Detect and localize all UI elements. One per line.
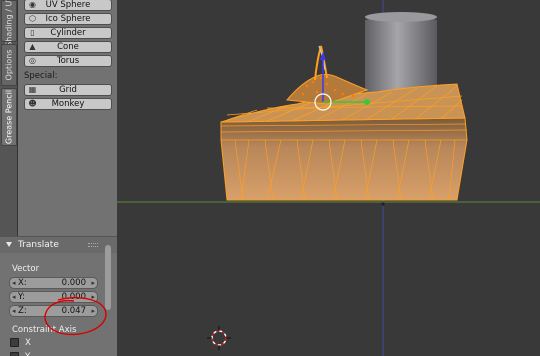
monkey-icon: ☻ — [28, 99, 37, 108]
special-section-label: Special: — [24, 71, 58, 81]
constraint-y-label: Y — [25, 352, 30, 356]
tab-options[interactable]: Options — [1, 44, 17, 86]
constraint-y-checkbox[interactable] — [10, 352, 19, 356]
constraint-axis-label: Constraint Axis — [12, 325, 77, 335]
tab-shading-uv[interactable]: Shading / UV — [1, 0, 17, 47]
tab-grease-pencil-label: Grease Pencil — [4, 89, 14, 145]
vector-y-value: 0.000 — [61, 292, 86, 302]
increment-arrow-icon[interactable]: ▸ — [91, 278, 95, 288]
grid-icon: ▦ — [28, 85, 37, 94]
add-uv-sphere-label: UV Sphere — [45, 0, 91, 10]
world-origin-dot — [381, 202, 385, 206]
operator-panel-scrollbar[interactable] — [105, 245, 111, 310]
increment-arrow-icon[interactable]: ▸ — [91, 306, 95, 316]
tab-options-label: Options — [4, 49, 14, 81]
ico-sphere-icon: ⬡ — [29, 14, 36, 23]
cone-icon: ▲ — [29, 42, 36, 51]
y-arrow-head-icon[interactable] — [364, 99, 370, 105]
vector-label: Vector — [12, 264, 40, 274]
vector-z-field[interactable]: ◂ Z: 0.047 ▸ — [9, 305, 98, 317]
vector-x-label: X: — [18, 278, 27, 288]
vector-z-value: 0.047 — [61, 306, 86, 316]
operator-panel: Translate Vector ◂ X: 0.000 ▸ ◂ Y: 0.000… — [0, 236, 117, 356]
collapse-triangle-icon[interactable] — [6, 242, 12, 247]
vector-y-field[interactable]: ◂ Y: 0.000 ▸ — [9, 291, 98, 303]
add-cone-label: Cone — [57, 42, 79, 52]
operator-title: Translate — [18, 240, 59, 250]
decrement-arrow-icon[interactable]: ◂ — [12, 278, 16, 288]
add-uv-sphere-button[interactable]: ◉ UV Sphere — [24, 0, 112, 11]
tab-grease-pencil[interactable]: Grease Pencil — [1, 88, 17, 146]
add-cylinder-label: Cylinder — [50, 28, 86, 38]
add-ico-sphere-label: Ico Sphere — [45, 14, 91, 24]
decrement-arrow-icon[interactable]: ◂ — [12, 306, 16, 316]
3d-cursor-icon[interactable] — [207, 326, 231, 350]
3d-viewport[interactable] — [117, 0, 540, 356]
add-grid-button[interactable]: ▦ Grid — [24, 84, 112, 96]
vector-z-label: Z: — [18, 306, 27, 316]
cylinder-icon: ▯ — [30, 28, 35, 37]
decrement-arrow-icon[interactable]: ◂ — [12, 292, 16, 302]
viewport-canvas[interactable] — [117, 0, 540, 356]
constraint-x-checkbox[interactable] — [10, 338, 19, 347]
add-monkey-button[interactable]: ☻ Monkey — [24, 98, 112, 110]
tool-shelf: ◉ UV Sphere ⬡ Ico Sphere ▯ Cylinder ▲ Co… — [18, 0, 117, 236]
cylinder-object[interactable] — [365, 12, 437, 96]
uv-sphere-icon: ◉ — [29, 0, 36, 9]
add-torus-button[interactable]: ◎ Torus — [24, 55, 112, 67]
add-grid-label: Grid — [59, 85, 77, 95]
tab-shading-uv-label: Shading / UV — [4, 0, 14, 47]
constraint-x-label: X — [25, 338, 31, 348]
add-monkey-label: Monkey — [51, 99, 85, 109]
torus-icon: ◎ — [29, 56, 36, 65]
vector-x-field[interactable]: ◂ X: 0.000 ▸ — [9, 277, 98, 289]
add-ico-sphere-button[interactable]: ⬡ Ico Sphere — [24, 13, 112, 25]
add-cone-button[interactable]: ▲ Cone — [24, 41, 112, 53]
increment-arrow-icon[interactable]: ▸ — [91, 292, 95, 302]
drag-grip-icon[interactable] — [88, 243, 98, 247]
add-torus-label: Torus — [56, 56, 80, 66]
vector-x-value: 0.000 — [61, 278, 86, 288]
tool-tabs: Shading / UV Options Grease Pencil — [0, 0, 18, 236]
vector-y-label: Y: — [18, 292, 25, 302]
add-cylinder-button[interactable]: ▯ Cylinder — [24, 27, 112, 39]
operator-panel-header[interactable]: Translate — [0, 237, 117, 253]
